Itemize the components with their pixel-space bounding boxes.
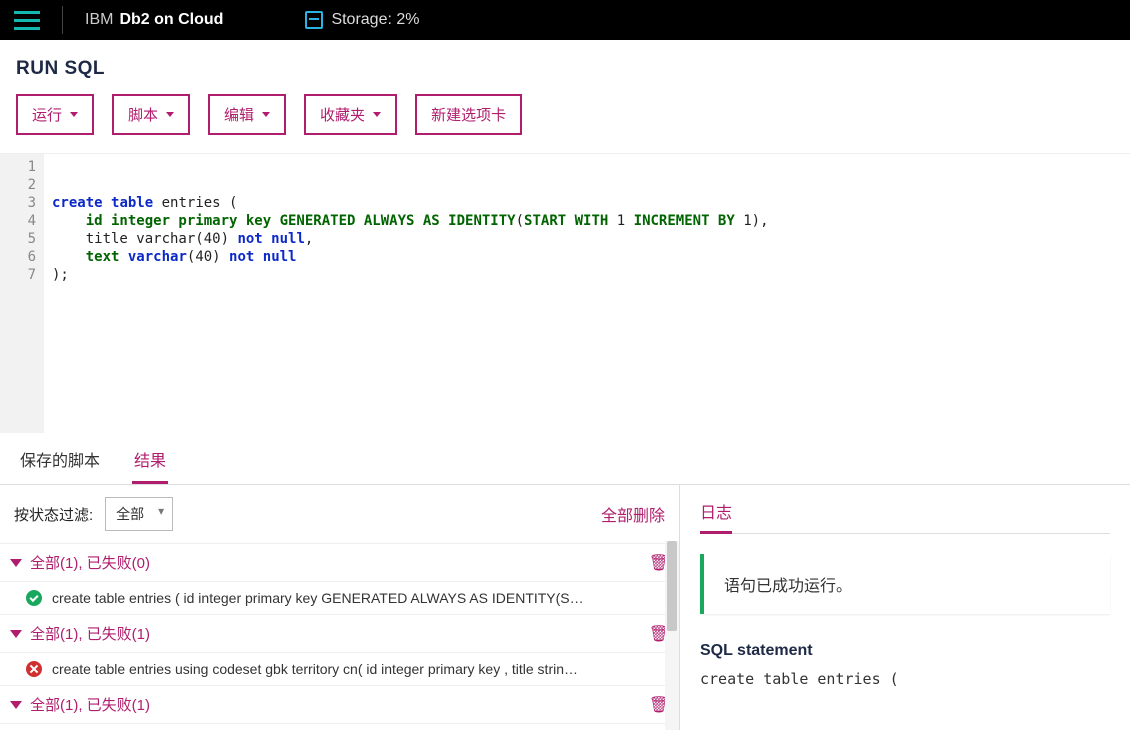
- menu-icon[interactable]: [14, 11, 40, 30]
- edit-button[interactable]: 编辑: [208, 94, 286, 135]
- result-item[interactable]: create table entries ( id integer primar…: [0, 582, 679, 615]
- caret-down-icon: [166, 112, 174, 117]
- toolbar: 运行 脚本 编辑 收藏夹 新建选项卡: [0, 88, 1130, 153]
- error-icon: [26, 661, 42, 677]
- log-pane: 日志 语句已成功运行。 SQL statement create table e…: [680, 485, 1130, 730]
- result-text: create table entries ( id integer primar…: [52, 590, 669, 606]
- scrollbar-thumb[interactable]: [667, 541, 677, 631]
- results-area: 按状态过滤: 全部 全部删除 全部(1), 已失败(0)🗑 create tabl…: [0, 485, 1130, 730]
- delete-all-link[interactable]: 全部删除: [601, 502, 665, 526]
- sql-statement-code: create table entries (: [700, 670, 1110, 688]
- sql-statement-heading: SQL statement: [700, 642, 1110, 660]
- tab-results[interactable]: 结果: [132, 433, 168, 484]
- top-bar: IBM Db2 on Cloud Storage: 2%: [0, 0, 1130, 40]
- storage-icon: [305, 11, 323, 29]
- log-tab-row: 日志: [700, 499, 1110, 534]
- script-button[interactable]: 脚本: [112, 94, 190, 135]
- divider: [700, 533, 1110, 534]
- scrollbar[interactable]: [665, 541, 679, 730]
- storage-label: Storage: 2%: [331, 11, 419, 29]
- caret-down-icon: [262, 112, 270, 117]
- code-area[interactable]: create table entries ( id integer primar…: [44, 154, 1130, 433]
- filter-row: 按状态过滤: 全部 全部删除: [0, 485, 679, 544]
- result-group-header[interactable]: 全部(1), 已失败(1)🗑: [0, 686, 679, 724]
- group-title: 全部(1), 已失败(1): [30, 623, 150, 644]
- result-text: create table entries using codeset gbk t…: [52, 661, 669, 677]
- result-group-header[interactable]: 全部(1), 已失败(1)🗑: [0, 615, 679, 653]
- chevron-down-icon: [10, 630, 22, 638]
- caret-down-icon: [373, 112, 381, 117]
- success-message: 语句已成功运行。: [700, 554, 1110, 614]
- sql-editor[interactable]: 1234567 create table entries ( id intege…: [0, 153, 1130, 433]
- status-filter-select[interactable]: 全部: [105, 497, 173, 531]
- new-tab-button[interactable]: 新建选项卡: [415, 94, 522, 135]
- bottom-tabs: 保存的脚本 结果: [0, 433, 1130, 485]
- run-button[interactable]: 运行: [16, 94, 94, 135]
- divider: [62, 6, 63, 34]
- brand-ibm: IBM: [85, 11, 113, 29]
- chevron-down-icon: [10, 701, 22, 709]
- tab-saved-scripts[interactable]: 保存的脚本: [18, 433, 102, 484]
- success-icon: [26, 590, 42, 606]
- group-title: 全部(1), 已失败(0): [30, 552, 150, 573]
- filter-label: 按状态过滤:: [14, 504, 93, 525]
- page-title: RUN SQL: [16, 58, 1114, 80]
- brand: IBM Db2 on Cloud: [85, 11, 223, 29]
- page-header: RUN SQL: [0, 40, 1130, 88]
- group-title: 全部(1), 已失败(1): [30, 694, 150, 715]
- line-gutter: 1234567: [0, 154, 44, 433]
- brand-product: Db2 on Cloud: [119, 11, 223, 29]
- result-group-header[interactable]: 全部(1), 已失败(0)🗑: [0, 544, 679, 582]
- results-left-pane: 按状态过滤: 全部 全部删除 全部(1), 已失败(0)🗑 create tabl…: [0, 485, 680, 730]
- chevron-down-icon: [10, 559, 22, 567]
- caret-down-icon: [70, 112, 78, 117]
- favorites-button[interactable]: 收藏夹: [304, 94, 397, 135]
- result-list: 全部(1), 已失败(0)🗑 create table entries ( id …: [0, 544, 679, 730]
- result-item[interactable]: create table entries using codeset gbk t…: [0, 653, 679, 686]
- tab-log[interactable]: 日志: [700, 499, 732, 534]
- storage-indicator: Storage: 2%: [305, 11, 419, 29]
